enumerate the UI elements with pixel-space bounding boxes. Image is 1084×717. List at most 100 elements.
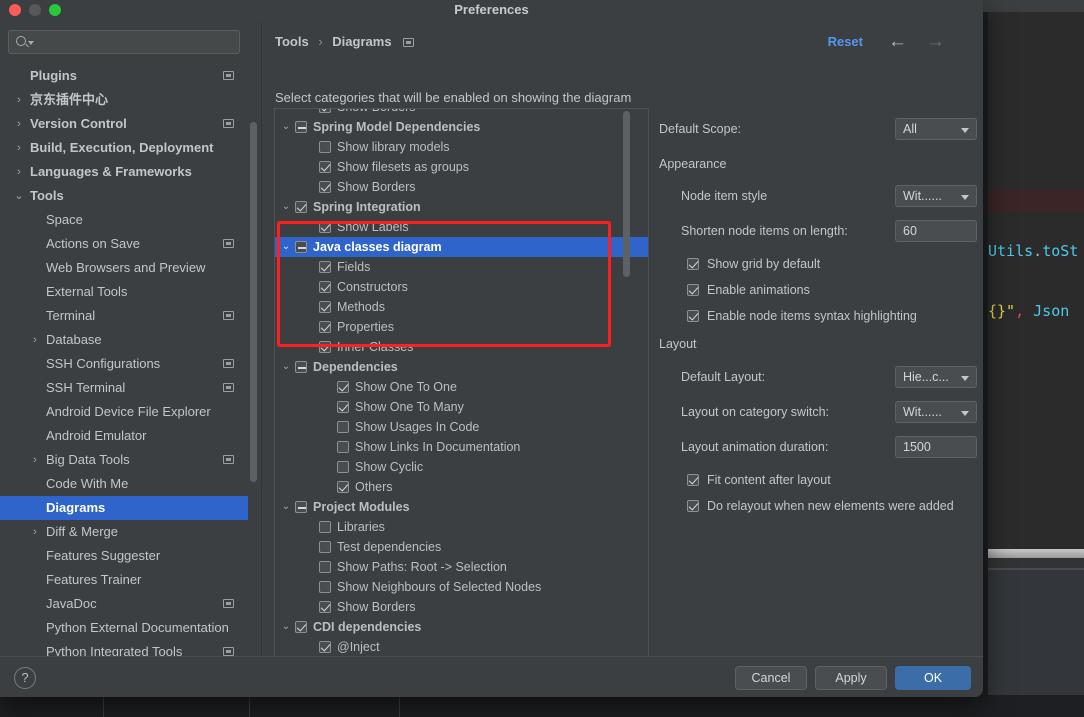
category-row[interactable]: Show Borders (275, 597, 648, 617)
search-input[interactable] (35, 32, 235, 52)
sidebar-item-diagrams[interactable]: Diagrams (0, 496, 248, 520)
ok-button[interactable]: OK (895, 666, 971, 690)
category-row[interactable]: ⌄ Dependencies (275, 357, 648, 377)
cancel-button[interactable]: Cancel (735, 666, 807, 690)
checkbox-icon[interactable] (319, 561, 331, 573)
category-row[interactable]: Show Labels (275, 217, 648, 237)
category-row[interactable]: ⌄ Spring Model Dependencies (275, 117, 648, 137)
chevron-down-icon[interactable]: ⌄ (279, 617, 293, 637)
chevron-right-icon[interactable]: › (12, 88, 26, 112)
sidebar-item-python-external-documentation[interactable]: Python External Documentation (0, 616, 248, 640)
editor-code-area[interactable]: Utils.toSt {}", Json (988, 12, 1084, 557)
default-layout-select[interactable]: Hie...c... (895, 366, 977, 388)
editor-horizontal-scrollbar[interactable] (988, 549, 1084, 558)
category-row[interactable]: Properties (275, 317, 648, 337)
checkbox-icon[interactable] (319, 301, 331, 313)
search-box[interactable] (8, 30, 240, 54)
sidebar-item-languages-frameworks[interactable]: › Languages & Frameworks (0, 160, 248, 184)
checkbox-icon[interactable] (319, 321, 331, 333)
shorten-node-items-input[interactable] (895, 220, 977, 242)
chevron-down-icon[interactable]: ⌄ (279, 117, 293, 137)
checkbox-icon[interactable] (319, 181, 331, 193)
category-row[interactable]: Libraries (275, 517, 648, 537)
sidebar-item-python-integrated-tools[interactable]: Python Integrated Tools (0, 640, 248, 656)
forward-arrow-icon[interactable]: → (926, 32, 945, 52)
category-row[interactable]: Show Cyclic (275, 457, 648, 477)
gear-icon[interactable] (223, 455, 234, 464)
chevron-right-icon[interactable]: › (28, 448, 42, 472)
checkbox-icon[interactable] (337, 381, 349, 393)
checkbox-icon[interactable] (319, 141, 331, 153)
checkbox-icon[interactable] (319, 109, 331, 113)
gear-icon[interactable] (223, 239, 234, 248)
sidebar-item-version-control[interactable]: › Version Control (0, 112, 248, 136)
sidebar-item-space[interactable]: Space (0, 208, 248, 232)
sidebar-item-web-browsers-and-preview[interactable]: Web Browsers and Preview (0, 256, 248, 280)
category-panel-scrollbar[interactable] (623, 111, 630, 277)
apply-button[interactable]: Apply (815, 666, 887, 690)
checkbox-icon[interactable] (337, 441, 349, 453)
category-row[interactable]: ⌄ Spring Integration (275, 197, 648, 217)
node-item-style-select[interactable]: Wit...... (895, 185, 977, 207)
checkbox-icon[interactable] (319, 521, 331, 533)
gear-icon[interactable] (223, 359, 234, 368)
category-row[interactable]: Show Links In Documentation (275, 437, 648, 457)
category-row[interactable]: Show Neighbours of Selected Nodes (275, 577, 648, 597)
category-row[interactable]: Inner Classes (275, 337, 648, 357)
checkbox-indeterminate-icon[interactable] (295, 361, 307, 373)
sidebar-item-ssh-terminal[interactable]: SSH Terminal (0, 376, 248, 400)
sidebar-item-android-device-file-explorer[interactable]: Android Device File Explorer (0, 400, 248, 424)
sidebar-item-build-execution-deployment[interactable]: › Build, Execution, Deployment (0, 136, 248, 160)
chevron-right-icon[interactable]: › (28, 520, 42, 544)
sidebar-item-big-data-tools[interactable]: › Big Data Tools (0, 448, 248, 472)
sidebar-item-code-with-me[interactable]: Code With Me (0, 472, 248, 496)
checkbox-icon[interactable] (319, 161, 331, 173)
checkbox-icon[interactable] (319, 261, 331, 273)
checkbox-icon[interactable] (337, 421, 349, 433)
checkbox-icon[interactable] (319, 641, 331, 653)
chevron-right-icon[interactable]: › (12, 136, 26, 160)
checkbox-icon[interactable] (295, 621, 307, 633)
sidebar-item-tools[interactable]: ⌄ Tools (0, 184, 248, 208)
sidebar-item-database[interactable]: › Database (0, 328, 248, 352)
checkbox-icon[interactable] (337, 481, 349, 493)
gear-icon[interactable] (223, 599, 234, 608)
sidebar-item-external-tools[interactable]: External Tools (0, 280, 248, 304)
chevron-right-icon[interactable]: › (12, 160, 26, 184)
checkbox-icon[interactable] (319, 281, 331, 293)
checkbox-indeterminate-icon[interactable] (295, 501, 307, 513)
category-row[interactable]: Methods (275, 297, 648, 317)
help-button[interactable]: ? (14, 667, 36, 689)
chevron-down-icon[interactable]: ⌄ (279, 237, 293, 257)
category-row[interactable]: Show filesets as groups (275, 157, 648, 177)
category-row[interactable]: Show library models (275, 137, 648, 157)
chevron-down-icon[interactable]: ⌄ (279, 197, 293, 217)
chevron-down-icon[interactable]: ⌄ (279, 357, 293, 377)
checkbox-icon[interactable] (687, 284, 699, 296)
settings-category-tree[interactable]: Plugins › 京东插件中心 › Version Control › Build, Ex… (0, 64, 248, 656)
checkbox-icon[interactable] (687, 310, 699, 322)
sidebar-scrollbar[interactable] (250, 122, 257, 482)
sidebar-item-features-trainer[interactable]: Features Trainer (0, 568, 248, 592)
category-row[interactable]: ⌄ Project Modules (275, 497, 648, 517)
checkbox-icon[interactable] (319, 581, 331, 593)
gear-icon[interactable] (223, 311, 234, 320)
category-row[interactable]: Show One To One (275, 377, 648, 397)
chevron-right-icon[interactable]: › (28, 328, 42, 352)
sidebar-item-plugins[interactable]: Plugins (0, 64, 248, 88)
default-scope-select[interactable]: All (895, 118, 977, 140)
category-row[interactable]: Fields (275, 257, 648, 277)
category-row[interactable]: Show One To Many (275, 397, 648, 417)
checkbox-icon[interactable] (687, 258, 699, 270)
category-row[interactable]: ⌄ Java classes diagram (275, 237, 648, 257)
chevron-right-icon[interactable]: › (12, 112, 26, 136)
checkbox-icon[interactable] (319, 601, 331, 613)
checkbox-icon[interactable] (337, 461, 349, 473)
breadcrumb-root[interactable]: Tools (275, 34, 309, 49)
checkbox-icon[interactable] (687, 474, 699, 486)
gear-icon[interactable] (223, 647, 234, 656)
gear-icon[interactable] (403, 38, 415, 47)
category-row[interactable]: Test dependencies (275, 537, 648, 557)
gear-icon[interactable] (223, 119, 234, 128)
category-row[interactable]: Show Paths: Root -> Selection (275, 557, 648, 577)
